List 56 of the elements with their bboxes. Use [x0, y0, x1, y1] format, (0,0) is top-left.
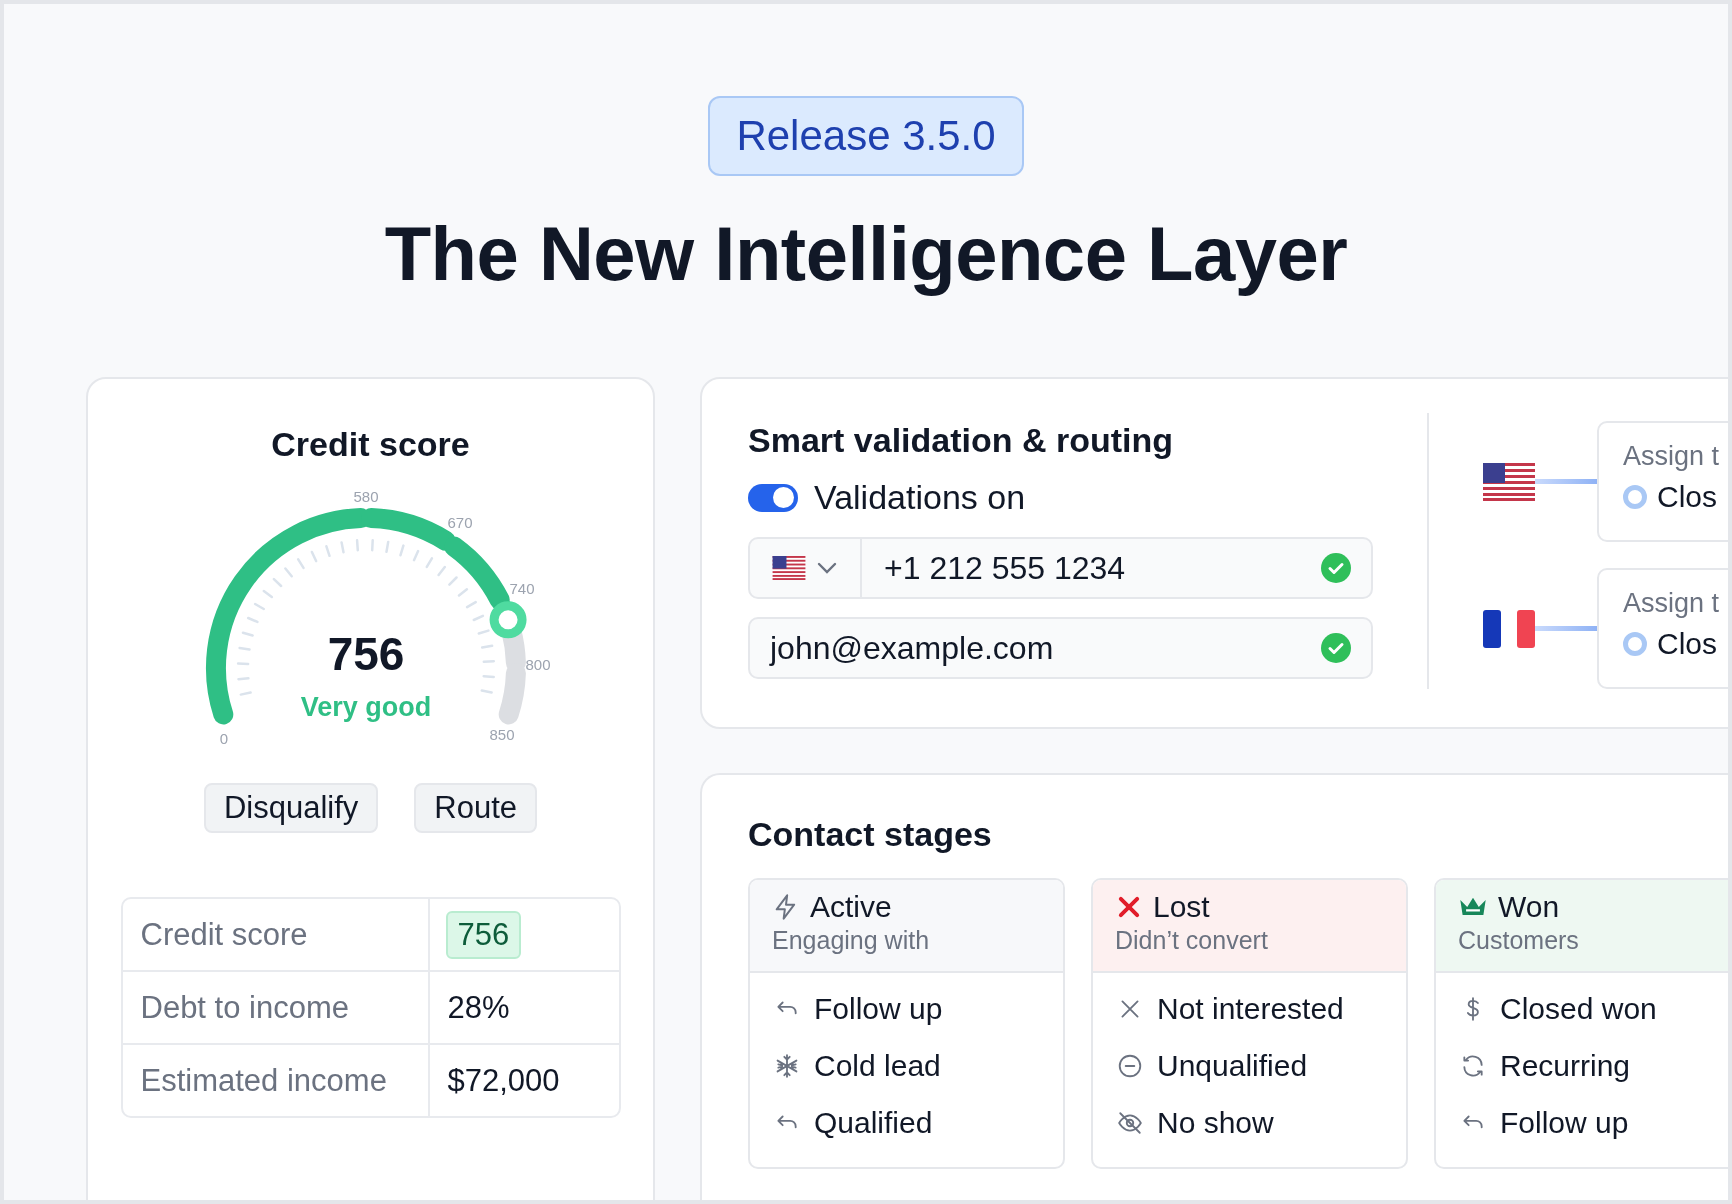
tick-label: 670 — [447, 514, 472, 531]
row-label: Debt to income — [140, 989, 349, 1026]
chevron-down-icon — [816, 561, 838, 575]
tick-label: 580 — [353, 488, 378, 505]
stage-item-label: Closed won — [1500, 991, 1657, 1026]
stage-subtitle: Customers — [1458, 926, 1580, 955]
flag-icon — [1483, 462, 1535, 501]
row-label: Credit score — [140, 916, 308, 953]
stage-title: Active — [810, 890, 892, 924]
row-value: $72,000 — [446, 1061, 561, 1100]
card-title: Contact stages — [748, 815, 993, 854]
email-value: john@example.com — [768, 629, 1055, 667]
stage-subtitle: Didn’t convert — [1115, 926, 1269, 955]
minus-circle-icon — [1117, 1052, 1143, 1079]
stage-subtitle: Engaging with — [772, 926, 931, 955]
phone-number: +1 212 555 1234 — [883, 549, 1127, 587]
card-title: Smart validation & routing — [748, 421, 1175, 460]
toggle-switch[interactable] — [748, 483, 798, 512]
refresh-icon — [1460, 1052, 1486, 1079]
action-button[interactable]: Route — [414, 783, 538, 833]
radio-button[interactable] — [1623, 485, 1647, 509]
toggle-label: Validations on — [814, 478, 1026, 517]
assign-label: Assign t — [1623, 441, 1721, 472]
tick-label: 800 — [525, 656, 550, 673]
tick-label: 740 — [509, 580, 534, 597]
stage-title: Lost — [1153, 890, 1210, 924]
row-label: Estimated income — [140, 1062, 387, 1099]
score-value: 756 — [327, 628, 404, 680]
flag-icon — [772, 556, 806, 580]
email-field[interactable]: john@example.com — [748, 617, 1373, 679]
row-value: 28% — [446, 988, 511, 1027]
eye-slash-icon — [1117, 1109, 1143, 1136]
snowflake-icon — [774, 1052, 800, 1079]
stage-item-label: Follow up — [814, 991, 943, 1026]
stage-item-label: Unqualified — [1157, 1048, 1308, 1083]
page-title: The New Intelligence Layer — [384, 210, 1348, 297]
action-button[interactable]: Disqualify — [203, 783, 379, 833]
stage-item-label: Follow up — [1500, 1105, 1629, 1140]
stage-title: Won — [1498, 890, 1560, 924]
tick-label: 0 — [219, 730, 228, 747]
flag-icon — [1483, 609, 1535, 648]
radio-button[interactable] — [1623, 632, 1647, 656]
stage-item-label: Qualified — [814, 1105, 933, 1140]
assign-label: Assign t — [1623, 588, 1721, 619]
stage-item-label: Recurring — [1500, 1048, 1631, 1083]
release-badge: Release 3.5.0 — [708, 96, 1024, 176]
phone-field[interactable]: +1 212 555 1234 — [748, 537, 1373, 599]
stage-item-label: No show — [1157, 1105, 1274, 1140]
option-label: Clos — [1657, 480, 1717, 514]
stage-item-label: Not interested — [1157, 991, 1344, 1026]
rating-label: Very good — [300, 692, 431, 722]
stage-item-label: Cold lead — [814, 1048, 941, 1083]
row-value: 756 — [445, 910, 522, 959]
tick-label: 850 — [489, 726, 514, 743]
option-label: Clos — [1657, 627, 1717, 661]
card-title: Credit score — [271, 425, 470, 464]
